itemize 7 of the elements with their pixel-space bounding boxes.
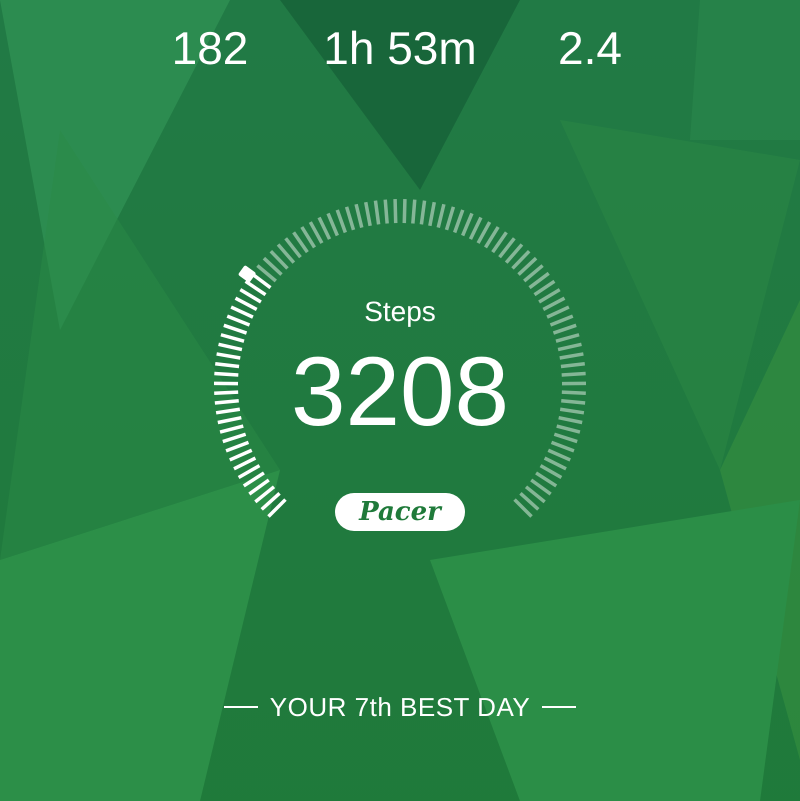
steps-label: Steps [364, 295, 436, 329]
stat-value: 182 [170, 21, 250, 76]
stat-value: 2.4 [557, 21, 623, 76]
pacer-logo: Pacer [335, 493, 465, 531]
stat-value: 1h 53m [322, 21, 478, 76]
best-day-text: YOUR 7th BEST DAY [270, 691, 530, 723]
steps-count: 3208 [290, 339, 509, 443]
